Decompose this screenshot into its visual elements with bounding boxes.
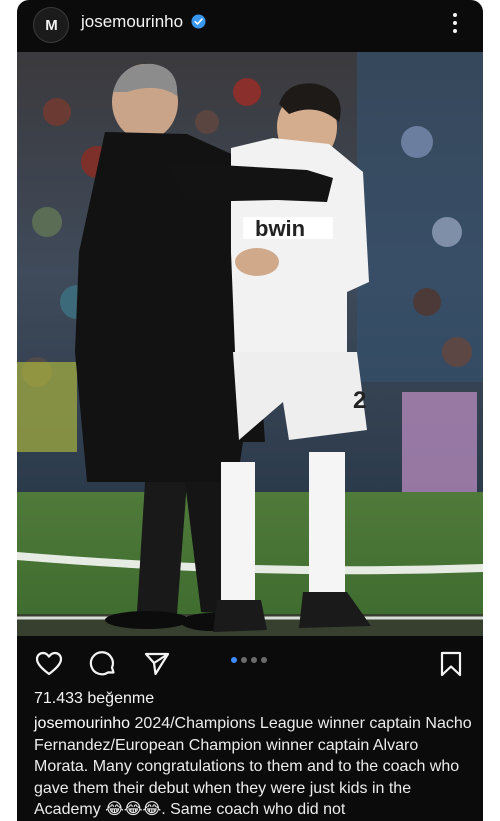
like-count[interactable]: 71.433 beğenme	[34, 690, 154, 708]
carousel-dot-2[interactable]	[241, 657, 247, 663]
carousel-indicator	[231, 657, 267, 663]
bookmark-icon[interactable]	[437, 650, 465, 678]
carousel-dot-3[interactable]	[251, 657, 257, 663]
send-icon[interactable]	[143, 650, 171, 678]
caption-username[interactable]: josemourinho	[34, 715, 130, 732]
verified-badge-icon	[191, 14, 206, 29]
post-photo[interactable]: bwin 2	[17, 52, 483, 636]
post-caption: josemourinho 2024/Champions League winne…	[34, 713, 474, 821]
author-avatar[interactable]: M	[33, 7, 69, 43]
photo-illustration: bwin 2	[17, 52, 483, 636]
heart-icon[interactable]	[35, 650, 63, 678]
post-header: M josemourinho	[17, 0, 483, 52]
carousel-dot-4[interactable]	[261, 657, 267, 663]
comment-icon[interactable]	[89, 650, 117, 678]
author-username[interactable]: josemourinho	[81, 12, 183, 32]
more-vertical-icon[interactable]	[447, 10, 463, 36]
instagram-post: M josemourinho bwin 2 71.433 beğenme jos…	[17, 0, 483, 821]
jersey-sponsor: bwin	[255, 216, 305, 241]
carousel-dot-1[interactable]	[231, 657, 237, 663]
jersey-number: 2	[353, 387, 366, 414]
